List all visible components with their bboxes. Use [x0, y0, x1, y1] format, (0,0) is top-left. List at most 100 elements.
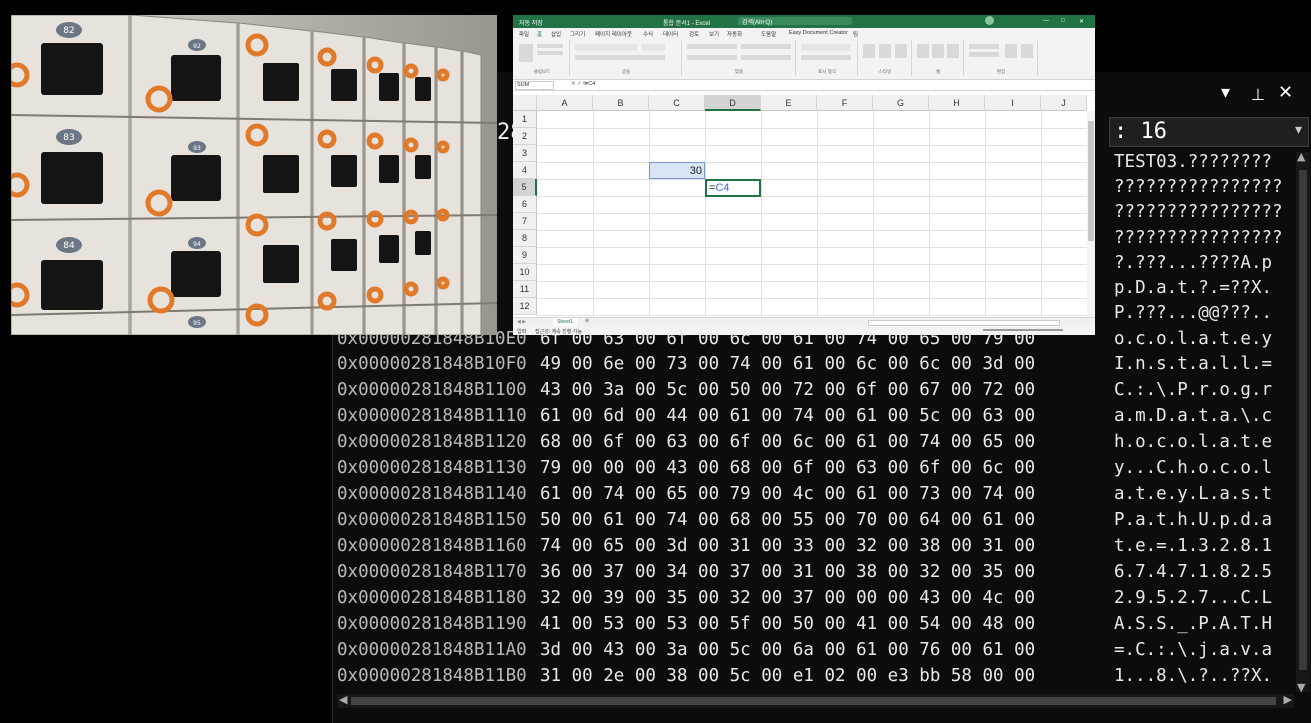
row-header[interactable]: 6	[513, 196, 537, 213]
row-hex[interactable]: 3d 00 43 00 3a 00 5c 00 6a 00 61 00 76 0…	[540, 640, 1035, 660]
tab-data[interactable]: 데이터	[663, 30, 678, 38]
row-ascii[interactable]: a.m.D.a.t.a.\.c	[1114, 406, 1272, 426]
autosave-label[interactable]: 자동 저장	[519, 18, 543, 27]
row-hex[interactable]: 31 00 2e 00 38 00 5c 00 e1 02 00 e3 bb 5…	[540, 666, 1035, 686]
row-hex[interactable]: 50 00 61 00 74 00 68 00 55 00 70 00 64 0…	[540, 510, 1035, 530]
row-hex[interactable]: 49 00 6e 00 73 00 74 00 61 00 6c 00 6c 0…	[540, 354, 1035, 374]
row-header[interactable]: 5	[513, 179, 537, 196]
row-header[interactable]: 4	[513, 162, 537, 179]
name-box[interactable]: SUM	[515, 81, 554, 90]
sheet-nav-icon[interactable]: ◀ ▶	[517, 319, 526, 325]
status-accessibility[interactable]: 접근성: 계속 진행 가능	[535, 328, 582, 335]
close-icon[interactable]: ✕	[1278, 82, 1293, 103]
column-header[interactable]: E	[761, 95, 817, 111]
pin-icon[interactable]: ⊥	[1251, 85, 1265, 104]
row-hex[interactable]: 68 00 6f 00 63 00 6f 00 6c 00 61 00 74 0…	[540, 432, 1035, 452]
row-ascii[interactable]: y...C.h.o.c.o.l	[1114, 458, 1272, 478]
row-header[interactable]: 8	[513, 230, 537, 247]
cell-d5-active[interactable]: =C4	[705, 179, 761, 197]
tab-easy-document-creator[interactable]: Easy Document Creator	[789, 30, 848, 36]
row-ascii[interactable]: 2.9.5.2.7...C.L	[1114, 588, 1272, 608]
scroll-thumb[interactable]	[1088, 121, 1094, 241]
row-ascii[interactable]: a.t.e.y.L.a.s.t	[1114, 484, 1272, 504]
maximize-icon[interactable]: □	[1061, 18, 1065, 24]
tab-insert[interactable]: 삽입	[551, 30, 561, 38]
row-hex[interactable]: 43 00 3a 00 5c 00 50 00 72 00 6f 00 67 0…	[540, 380, 1035, 400]
ribbon-group-number[interactable]: 표시 형식	[797, 40, 858, 76]
row-header[interactable]: 7	[513, 213, 537, 230]
tab-help[interactable]: 도움말	[761, 30, 776, 38]
formula-input[interactable]: =C4	[585, 81, 595, 87]
row-ascii[interactable]: =.C.:.\.j.a.v.a	[1114, 640, 1272, 660]
row-ascii[interactable]: C.:.\.P.r.o.g.r	[1114, 380, 1272, 400]
scroll-thumb[interactable]	[1299, 170, 1307, 670]
column-header[interactable]: B	[593, 95, 649, 111]
row-ascii[interactable]: o.c.o.l.a.t.e.y	[1114, 329, 1272, 349]
row-header[interactable]: 9	[513, 247, 537, 264]
search-box[interactable]: 검색(Alt+Q)	[738, 17, 852, 26]
row-ascii[interactable]: A.S.S._.P.A.T.H	[1114, 614, 1272, 634]
tab-review[interactable]: 검토	[689, 30, 699, 38]
ribbon-group-cells[interactable]: 셀	[913, 40, 964, 76]
row-header[interactable]: 2	[513, 128, 537, 145]
minimize-icon[interactable]: —	[1043, 18, 1049, 24]
scroll-up-icon[interactable]: ▲	[1297, 150, 1305, 163]
scroll-thumb[interactable]	[351, 697, 1276, 705]
row-header[interactable]: 11	[513, 281, 537, 298]
columns-selector[interactable]: : 16 ▾	[1109, 117, 1309, 147]
zoom-slider[interactable]	[983, 329, 1063, 331]
find-icon[interactable]	[1021, 44, 1033, 58]
row-ascii[interactable]: t.e.=.1.3.2.8.1	[1114, 536, 1272, 556]
paste-icon[interactable]	[519, 44, 533, 62]
row-hex[interactable]: 61 00 6d 00 44 00 61 00 74 00 61 00 5c 0…	[540, 406, 1035, 426]
chevron-down-icon[interactable]: ▾	[1221, 82, 1230, 103]
row-header[interactable]: 1	[513, 111, 537, 128]
scroll-left-icon[interactable]: ◀	[339, 693, 347, 706]
column-header[interactable]: I	[985, 95, 1041, 111]
tab-team[interactable]: 팀	[853, 30, 858, 38]
row-hex[interactable]: 41 00 53 00 53 00 5f 00 50 00 41 00 54 0…	[540, 614, 1035, 634]
horizontal-scrollbar[interactable]: ◀ ▶	[337, 693, 1294, 708]
tab-file[interactable]: 파일	[519, 30, 529, 38]
row-ascii[interactable]: h.o.c.o.l.a.t.e	[1114, 432, 1272, 452]
tab-page-layout[interactable]: 페이지 레이아웃	[595, 30, 632, 38]
cell-c4[interactable]: 30	[649, 162, 705, 179]
vertical-scrollbar[interactable]	[1087, 111, 1095, 319]
column-header[interactable]: G	[873, 95, 929, 111]
row-ascii[interactable]: I.n.s.t.a.l.l.=	[1114, 354, 1272, 374]
add-sheet-icon[interactable]: ⊕	[585, 318, 589, 324]
ribbon-group-styles[interactable]: 스타일	[859, 40, 912, 76]
tab-draw[interactable]: 그리기	[570, 30, 585, 38]
row-ascii[interactable]: 1...8.\.?..??X.	[1114, 666, 1272, 686]
scroll-right-icon[interactable]: ▶	[1284, 693, 1292, 706]
column-header[interactable]: J	[1041, 95, 1087, 111]
spreadsheet-grid[interactable]: A B C D E F G H I J 1 2 3 4 5 6 7 8 9 10…	[513, 95, 1095, 319]
row-hex[interactable]: 61 00 74 00 65 00 79 00 4c 00 61 00 73 0…	[540, 484, 1035, 504]
row-hex[interactable]: 32 00 39 00 35 00 32 00 37 00 00 00 43 0…	[540, 588, 1035, 608]
vertical-scrollbar[interactable]: ▲ ▼	[1296, 150, 1310, 694]
avatar[interactable]	[985, 16, 994, 25]
tab-formulas[interactable]: 수식	[643, 30, 653, 38]
row-hex[interactable]: 74 00 65 00 3d 00 31 00 33 00 32 00 38 0…	[540, 536, 1035, 556]
ribbon-group-font[interactable]: 글꼴	[571, 40, 682, 76]
ribbon-group-alignment[interactable]: 맞춤	[683, 40, 796, 76]
row-hex[interactable]: 36 00 37 00 34 00 37 00 31 00 38 00 32 0…	[540, 562, 1035, 582]
row-hex[interactable]: 79 00 00 00 43 00 68 00 6f 00 63 00 6f 0…	[540, 458, 1035, 478]
row-header[interactable]: 10	[513, 264, 537, 281]
ribbon-group-editing[interactable]: 편집	[965, 40, 1038, 76]
row-header[interactable]: 3	[513, 145, 537, 162]
row-header[interactable]: 12	[513, 298, 537, 315]
ribbon-group-clipboard[interactable]: 클립보드	[515, 40, 570, 76]
column-header[interactable]: F	[817, 95, 873, 111]
column-header[interactable]: C	[649, 95, 705, 111]
close-icon[interactable]: ✕	[1079, 18, 1084, 25]
row-ascii[interactable]: 6.7.4.7.1.8.2.5	[1114, 562, 1272, 582]
column-header[interactable]: A	[537, 95, 593, 111]
column-header[interactable]: H	[929, 95, 985, 111]
tab-automate[interactable]: 자동화	[727, 30, 742, 38]
select-all-corner[interactable]	[513, 95, 537, 111]
column-header[interactable]: D	[705, 95, 761, 111]
tab-view[interactable]: 보기	[709, 30, 719, 38]
scroll-down-icon[interactable]: ▼	[1297, 681, 1305, 694]
row-ascii[interactable]: P.a.t.h.U.p.d.a	[1114, 510, 1272, 530]
